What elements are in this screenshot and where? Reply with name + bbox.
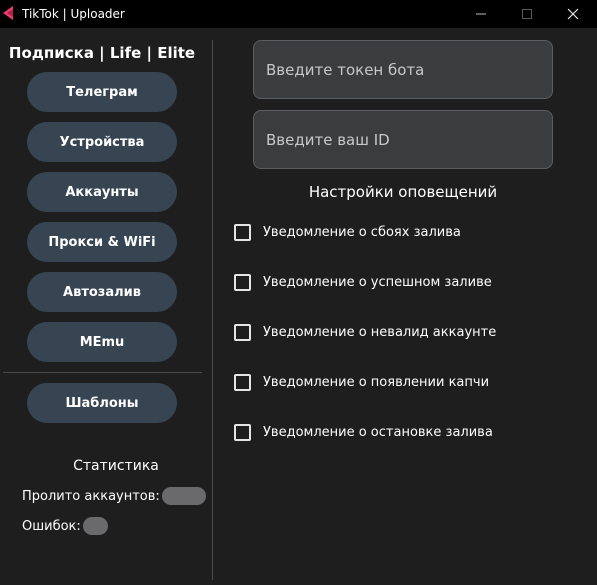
notify-captcha-row[interactable]: Уведомление о появлении капчи — [234, 374, 489, 391]
minimize-icon — [476, 13, 486, 15]
window-title: TikTok | Uploader — [22, 7, 125, 21]
maximize-icon — [522, 9, 532, 19]
notify-upload-stopped-label: Уведомление о остановке залива — [263, 425, 493, 440]
notify-invalid-account-row[interactable]: Уведомление о невалид аккаунте — [234, 324, 496, 341]
minimize-button[interactable] — [458, 0, 504, 28]
sidebar: Подписка | Life | Elite Телеграм Устройс… — [0, 28, 212, 585]
bot-token-input[interactable] — [253, 40, 553, 99]
stat-errors-label: Ошибок: — [22, 518, 81, 534]
notify-upload-failures-label: Уведомление о сбоях залива — [263, 225, 461, 240]
close-button[interactable] — [550, 0, 596, 28]
devices-button[interactable]: Устройства — [27, 122, 177, 162]
notify-captcha-label: Уведомление о появлении капчи — [263, 375, 490, 390]
notify-upload-failures-checkbox[interactable] — [234, 224, 251, 241]
templates-button[interactable]: Шаблоны — [27, 383, 177, 423]
close-icon — [567, 8, 579, 20]
memu-button[interactable]: MEmu — [27, 322, 177, 362]
stats-title: Статистика — [73, 458, 159, 474]
proxy-wifi-button[interactable]: Прокси & WiFi — [27, 222, 177, 262]
notify-invalid-account-label: Уведомление о невалид аккаунте — [263, 325, 497, 340]
stat-errors-value — [82, 517, 108, 535]
notify-upload-stopped-checkbox[interactable] — [234, 424, 251, 441]
maximize-button[interactable] — [504, 0, 550, 28]
telegram-button[interactable]: Телеграм — [27, 72, 177, 112]
stat-errors-row: Ошибок: — [22, 517, 108, 535]
autoupload-button[interactable]: Автозалив — [27, 272, 177, 312]
stat-accounts-row: Пролито аккаунтов: — [22, 487, 206, 505]
stat-accounts-label: Пролито аккаунтов: — [22, 488, 160, 504]
accounts-button[interactable]: Аккаунты — [27, 172, 177, 212]
title-bar: TikTok | Uploader — [0, 0, 597, 28]
vertical-divider — [212, 40, 213, 580]
notify-captcha-checkbox[interactable] — [234, 374, 251, 391]
notify-upload-success-label: Уведомление о успешном заливе — [263, 275, 492, 290]
sidebar-divider — [3, 372, 202, 373]
user-id-input[interactable] — [253, 110, 553, 169]
notify-upload-success-checkbox[interactable] — [234, 274, 251, 291]
notify-upload-success-row[interactable]: Уведомление о успешном заливе — [234, 274, 492, 291]
notify-upload-failures-row[interactable]: Уведомление о сбоях залива — [234, 224, 461, 241]
subscription-title: Подписка | Life | Elite — [8, 44, 196, 62]
notify-invalid-account-checkbox[interactable] — [234, 324, 251, 341]
stat-accounts-value — [161, 487, 206, 505]
notifications-title: Настройки оповещений — [308, 183, 498, 201]
app-icon — [3, 6, 13, 20]
notify-upload-stopped-row[interactable]: Уведомление о остановке залива — [234, 424, 493, 441]
